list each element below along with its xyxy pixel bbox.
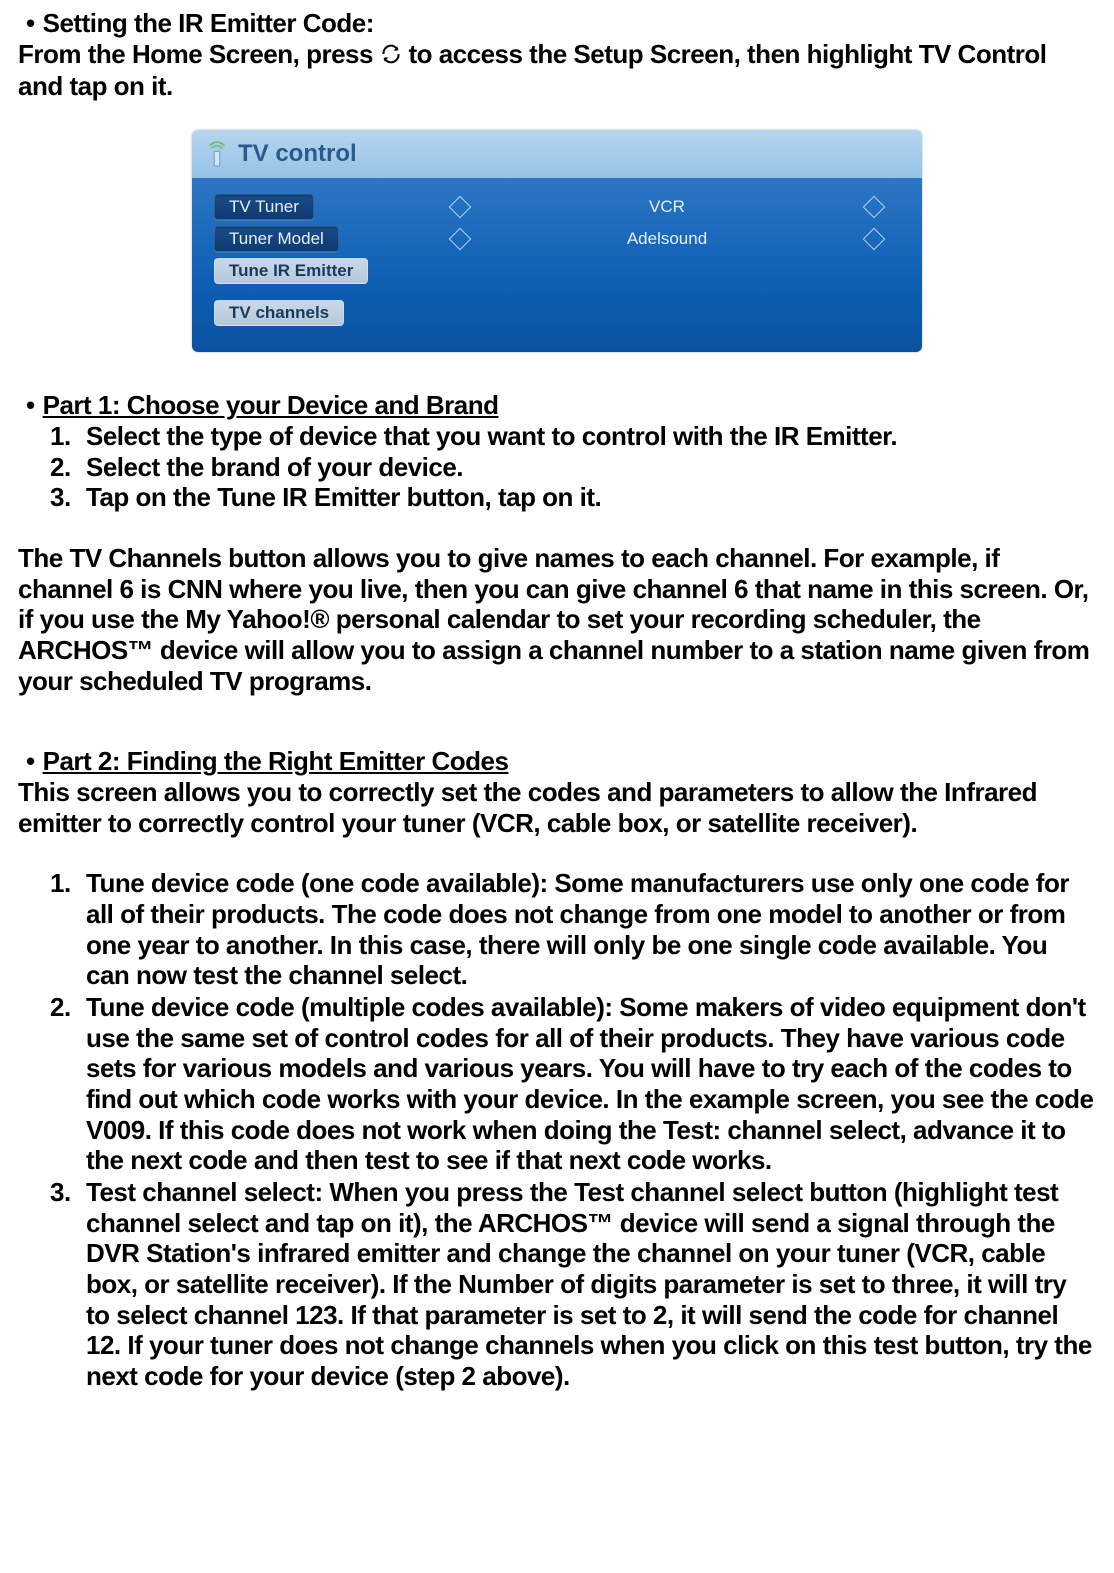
- tv-control-screenshot: TV control TV Tuner VCR Tuner Model: [18, 130, 1096, 353]
- part1-heading-line: • Part 1: Choose your Device and Brand: [18, 390, 1096, 421]
- list-text: Tap on the Tune IR Emitter button, tap o…: [86, 482, 601, 513]
- part2-heading-line: • Part 2: Finding the Right Emitter Code…: [18, 746, 1096, 777]
- tuner-model-label[interactable]: Tuner Model: [214, 226, 339, 252]
- list-text: Tune device code (multiple codes availab…: [86, 992, 1096, 1176]
- intro-before: From the Home Screen, press: [18, 39, 373, 69]
- list-number: 3.: [50, 1177, 80, 1208]
- row-tune-ir: Tune IR Emitter: [214, 258, 900, 284]
- part2-item-1: 1. Tune device code (one code available)…: [18, 868, 1096, 991]
- part2-item-2: 2. Tune device code (multiple codes avai…: [18, 992, 1096, 1176]
- heading-text: Setting the IR Emitter Code:: [43, 8, 374, 39]
- list-number: 1.: [50, 421, 80, 452]
- list-text: Select the type of device that you want …: [86, 421, 897, 452]
- list-text: Select the brand of your device.: [86, 452, 463, 483]
- left-arrow-icon[interactable]: [449, 228, 472, 251]
- right-arrow-icon[interactable]: [863, 228, 886, 251]
- tv-tuner-value: VCR: [486, 197, 848, 217]
- refresh-icon: [380, 40, 402, 71]
- tv-control-panel: TV control TV Tuner VCR Tuner Model: [192, 130, 922, 353]
- part2-heading: Part 2: Finding the Right Emitter Codes: [43, 746, 509, 777]
- list-text: Tune device code (one code available): S…: [86, 868, 1096, 991]
- left-arrow-icon[interactable]: [449, 196, 472, 219]
- tv-control-body: TV Tuner VCR Tuner Model Adelsound: [192, 178, 922, 352]
- tv-control-header: TV control: [192, 130, 922, 178]
- bullet: •: [18, 8, 35, 39]
- list-text: Test channel select: When you press the …: [86, 1177, 1096, 1392]
- right-arrow-icon[interactable]: [863, 196, 886, 219]
- part2-list: 1. Tune device code (one code available)…: [18, 868, 1096, 1391]
- tv-control-title: TV control: [238, 140, 357, 168]
- row-tv-tuner: TV Tuner VCR: [214, 194, 900, 220]
- part1-heading: Part 1: Choose your Device and Brand: [43, 390, 499, 421]
- part2-item-3: 3. Test channel select: When you press t…: [18, 1177, 1096, 1392]
- part1-item-2: 2. Select the brand of your device.: [18, 452, 1096, 483]
- list-number: 1.: [50, 868, 80, 899]
- row-tv-channels: TV channels: [214, 300, 900, 326]
- part2-intro: This screen allows you to correctly set …: [18, 777, 1096, 838]
- tuner-model-value: Adelsound: [486, 229, 848, 249]
- bullet: •: [18, 390, 35, 421]
- list-number: 2.: [50, 992, 80, 1023]
- intro-paragraph: From the Home Screen, press to access th…: [18, 39, 1096, 102]
- channels-paragraph: The TV Channels button allows you to giv…: [18, 543, 1096, 696]
- bullet: •: [18, 746, 35, 777]
- heading-ir-code: • Setting the IR Emitter Code:: [18, 8, 1096, 39]
- tv-channels-button[interactable]: TV channels: [214, 300, 344, 326]
- row-tuner-model: Tuner Model Adelsound: [214, 226, 900, 252]
- part1-item-3: 3. Tap on the Tune IR Emitter button, ta…: [18, 482, 1096, 513]
- part1-item-1: 1. Select the type of device that you wa…: [18, 421, 1096, 452]
- tv-tuner-label[interactable]: TV Tuner: [214, 194, 314, 220]
- antenna-icon: [206, 140, 228, 168]
- tune-ir-emitter-button[interactable]: Tune IR Emitter: [214, 258, 368, 284]
- list-number: 3.: [50, 482, 80, 513]
- list-number: 2.: [50, 452, 80, 483]
